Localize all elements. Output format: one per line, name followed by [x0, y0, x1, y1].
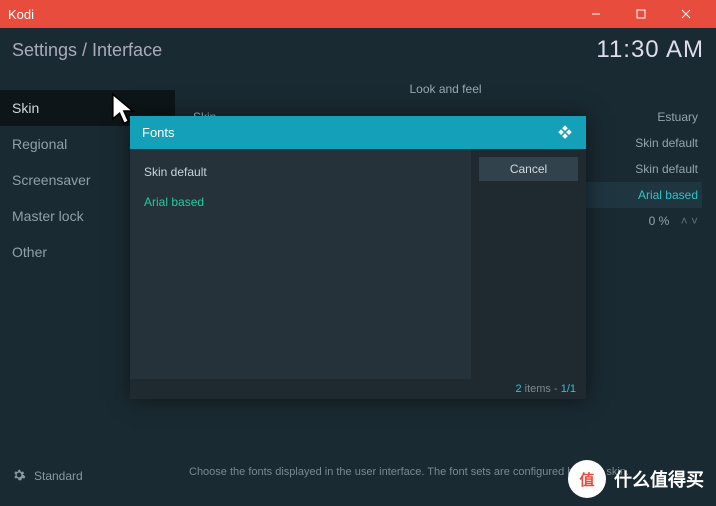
modal-footer: 2 items - 1/1 [130, 379, 586, 399]
titlebar: Kodi [0, 0, 716, 28]
modal-title: Fonts [142, 125, 175, 140]
maximize-button[interactable] [618, 0, 663, 28]
page-indicator: 1/1 [561, 383, 576, 395]
modal-side: Cancel [471, 149, 586, 379]
modal-header: Fonts [130, 116, 586, 149]
modal-backdrop: Fonts Skin default Arial based Cancel 2 … [0, 28, 716, 506]
font-option-arial-based[interactable]: Arial based [130, 187, 471, 217]
window-controls [573, 0, 708, 28]
modal-option-list: Skin default Arial based [130, 149, 471, 379]
cancel-button[interactable]: Cancel [479, 157, 578, 181]
fonts-modal: Fonts Skin default Arial based Cancel 2 … [130, 116, 586, 399]
font-option-skin-default[interactable]: Skin default [130, 157, 471, 187]
minimize-button[interactable] [573, 0, 618, 28]
window-title: Kodi [8, 7, 573, 22]
close-button[interactable] [663, 0, 708, 28]
kodi-logo-icon [556, 122, 574, 143]
